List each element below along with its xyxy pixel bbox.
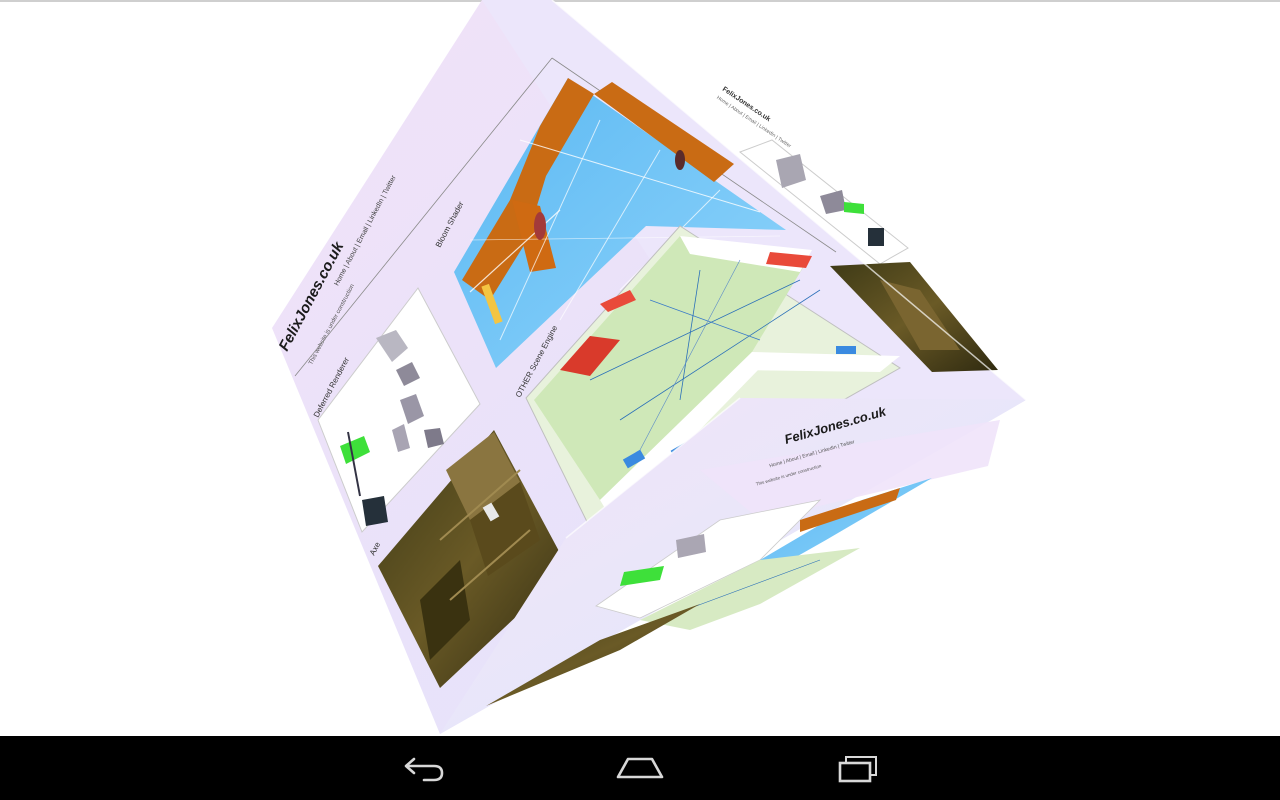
rotating-cube[interactable]: FelixJones.co.uk Home | About | Email | … <box>0 0 1280 736</box>
back-button[interactable] <box>392 744 456 792</box>
recent-apps-button[interactable] <box>826 744 890 792</box>
header-mirror-links: Home | About | Email | LinkedIn | Twitte… <box>715 95 792 150</box>
header-mirror: FelixJones.co.uk Home | About | Email | … <box>715 86 792 150</box>
recent-apps-icon <box>838 756 877 783</box>
system-nav-bar <box>0 736 1280 800</box>
back-icon <box>404 757 444 782</box>
home-button[interactable] <box>608 744 672 792</box>
home-icon <box>616 757 664 779</box>
cube-viewport[interactable]: FelixJones.co.uk Home | About | Email | … <box>0 0 1280 736</box>
